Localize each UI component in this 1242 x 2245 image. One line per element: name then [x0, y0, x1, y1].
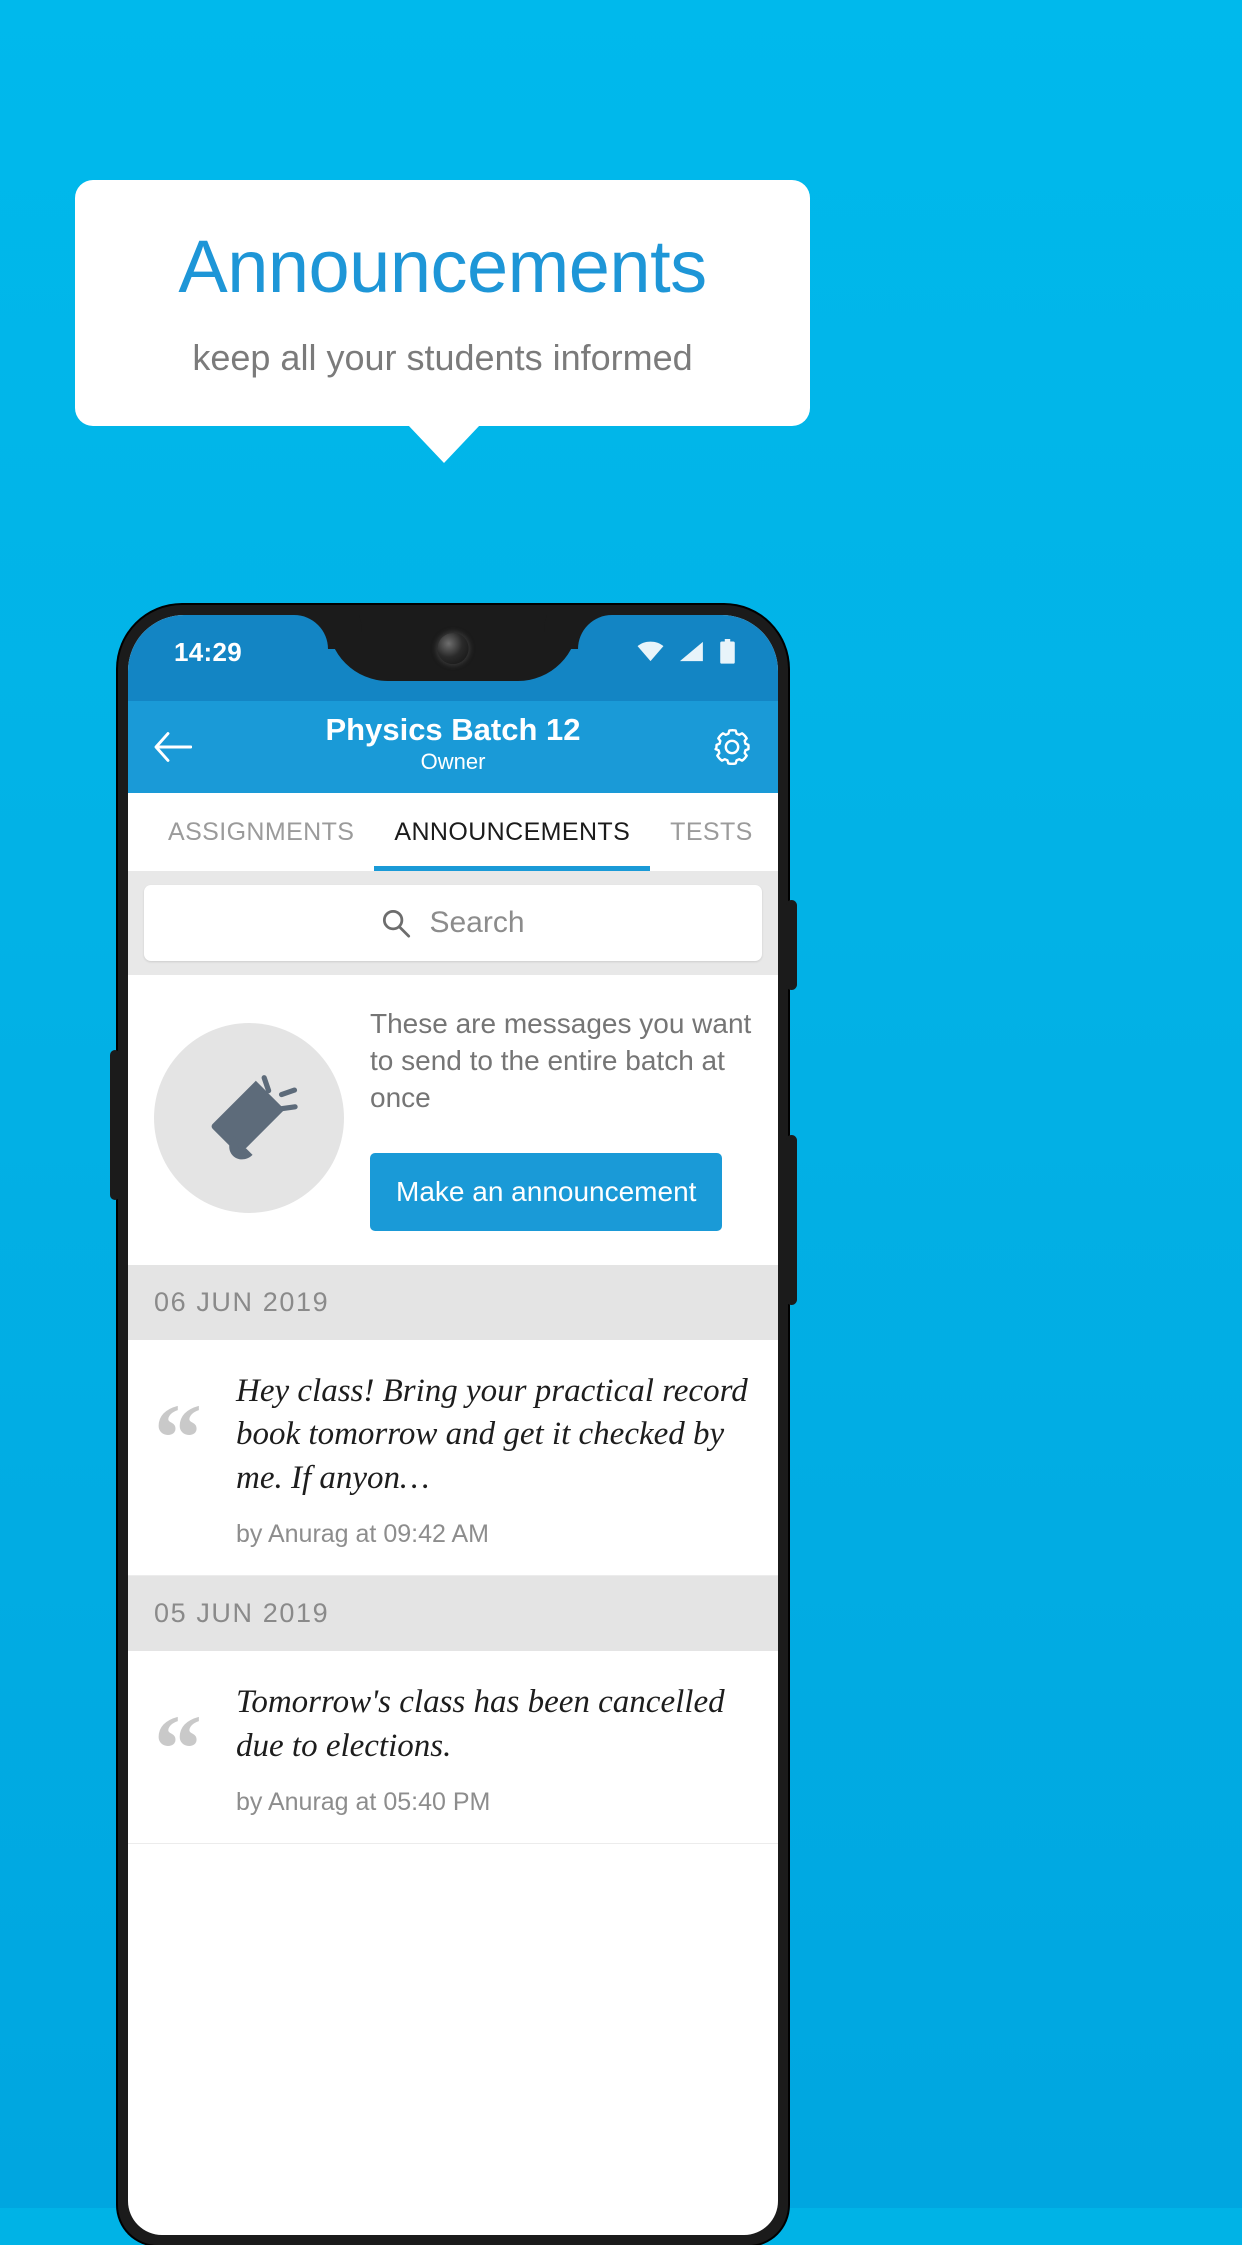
announcement-body: Tomorrow's class has been cancelled due … — [236, 1681, 752, 1817]
promo-speech-bubble: Announcements keep all your students inf… — [75, 180, 810, 426]
back-arrow-icon[interactable] — [154, 732, 192, 762]
page-title: Announcements — [178, 225, 707, 308]
gear-icon[interactable] — [712, 727, 752, 767]
announcement-meta: by Anurag at 05:40 PM — [236, 1788, 491, 1817]
announcement-text: Hey class! Bring your practical record b… — [236, 1372, 748, 1496]
quote-icon: “ — [154, 1383, 202, 1491]
front-camera — [437, 633, 469, 664]
promo-content: These are messages you want to send to t… — [370, 1005, 752, 1231]
make-announcement-button[interactable]: Make an announcement — [370, 1152, 723, 1231]
tab-announcements[interactable]: ANNOUNCEMENTS — [374, 793, 650, 871]
search-input[interactable]: Search — [429, 906, 524, 940]
phone-power-button[interactable] — [786, 1135, 797, 1305]
megaphone-icon — [211, 1074, 298, 1160]
announcement-list-item[interactable]: “ Tomorrow's class has been cancelled du… — [128, 1651, 778, 1845]
tab-tests[interactable]: TESTS — [650, 793, 773, 871]
phone-notch — [328, 615, 578, 681]
status-bar: 14:29 — [128, 615, 778, 701]
status-icons — [637, 639, 736, 664]
page-subtitle: keep all your students informed — [192, 337, 693, 378]
search-container: Search — [128, 871, 778, 975]
announcement-list-item[interactable]: “ Hey class! Bring your practical record… — [128, 1339, 778, 1577]
app-bar-subtitle: Owner — [420, 749, 486, 775]
phone-frame: 14:29 Physics Batch 12 Owner ASSIGNMENTS… — [110, 605, 797, 2245]
quote-icon: “ — [154, 1695, 202, 1803]
announcement-meta: by Anurag at 09:42 AM — [236, 1520, 489, 1549]
signal-icon — [679, 641, 703, 662]
announcement-text: Tomorrow's class has been cancelled due … — [236, 1684, 725, 1764]
search-box[interactable]: Search — [144, 885, 762, 961]
status-time: 14:29 — [174, 637, 242, 667]
announcement-empty-promo: These are messages you want to send to t… — [128, 975, 778, 1265]
date-header: 06 JUN 2019 — [128, 1264, 778, 1340]
search-icon — [383, 909, 411, 938]
phone-screen: 14:29 Physics Batch 12 Owner ASSIGNMENTS… — [128, 615, 778, 2235]
wifi-icon — [637, 641, 664, 662]
tab-bar: ASSIGNMENTS ANNOUNCEMENTS TESTS V — [128, 793, 778, 871]
app-bar: Physics Batch 12 Owner — [128, 701, 778, 793]
megaphone-circle — [154, 1022, 344, 1213]
phone-left-button[interactable] — [110, 1050, 120, 1200]
speech-bubble-tail — [408, 425, 480, 463]
tab-assignments[interactable]: ASSIGNMENTS — [148, 793, 374, 871]
app-bar-titles: Physics Batch 12 Owner — [128, 711, 778, 777]
phone-volume-button[interactable] — [786, 900, 797, 990]
tab-next-partial[interactable]: V — [773, 793, 778, 871]
date-header: 05 JUN 2019 — [128, 1576, 778, 1652]
promo-description: These are messages you want to send to t… — [370, 1008, 752, 1114]
battery-icon — [720, 639, 735, 664]
app-bar-title: Physics Batch 12 — [325, 712, 581, 747]
announcement-body: Hey class! Bring your practical record b… — [236, 1370, 752, 1550]
